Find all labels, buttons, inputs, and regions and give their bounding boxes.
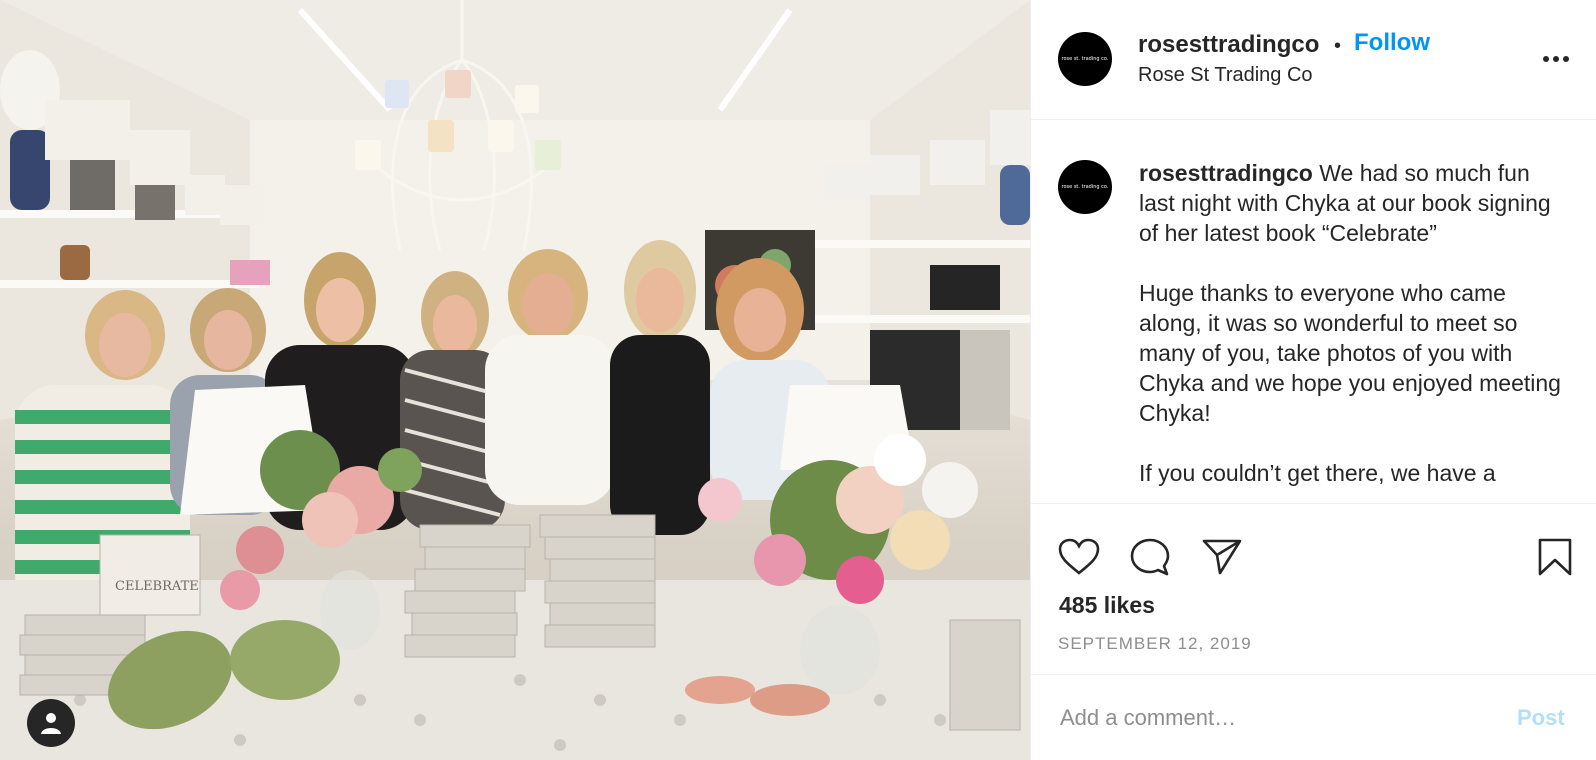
avatar[interactable]: rose st. trading co. xyxy=(1058,32,1112,86)
comment-input[interactable] xyxy=(1058,699,1482,737)
paper-plane-icon[interactable] xyxy=(1201,538,1243,576)
author-full-name: Rose St Trading Co xyxy=(1138,64,1313,86)
comment-bar: Post xyxy=(1031,674,1596,760)
separator-dot: • xyxy=(1334,35,1342,57)
book-cover-text: CELEBRATE xyxy=(115,579,199,594)
caption-body: We had so much fun last night with Chyka… xyxy=(1139,160,1561,486)
post-photo[interactable]: CELEBRATE xyxy=(0,0,1030,760)
post-date[interactable]: SEPTEMBER 12, 2019 xyxy=(1058,634,1252,654)
caption-avatar[interactable]: rose st. trading co. xyxy=(1058,160,1112,214)
follow-button[interactable]: Follow xyxy=(1354,29,1430,57)
caption-username[interactable]: rosesttradingco xyxy=(1139,160,1313,186)
action-bar: 485 likes SEPTEMBER 12, 2019 xyxy=(1031,504,1596,674)
more-horizontal-icon[interactable] xyxy=(1541,52,1571,66)
post-comment-button[interactable]: Post xyxy=(1517,705,1565,731)
user-tag-icon xyxy=(41,713,61,734)
bookmark-icon[interactable] xyxy=(1537,537,1573,577)
post-details-pane: rose st. trading co. rosesttradingco • F… xyxy=(1030,0,1596,760)
avatar-text: rose st. trading co. xyxy=(1061,56,1109,62)
post-header: rose st. trading co. rosesttradingco • F… xyxy=(1031,0,1596,120)
user-tag-button[interactable] xyxy=(27,699,75,747)
heart-icon[interactable] xyxy=(1058,538,1100,576)
photo-illustration: CELEBRATE xyxy=(0,0,1030,760)
likes-count[interactable]: 485 likes xyxy=(1059,592,1155,619)
caption-section: rose st. trading co. rosesttradingco We … xyxy=(1031,120,1596,504)
author-username[interactable]: rosesttradingco xyxy=(1138,31,1319,59)
comment-bubble-icon[interactable] xyxy=(1129,537,1171,577)
caption-text-block: rosesttradingco We had so much fun last … xyxy=(1139,158,1569,488)
caption-avatar-text: rose st. trading co. xyxy=(1061,184,1109,190)
